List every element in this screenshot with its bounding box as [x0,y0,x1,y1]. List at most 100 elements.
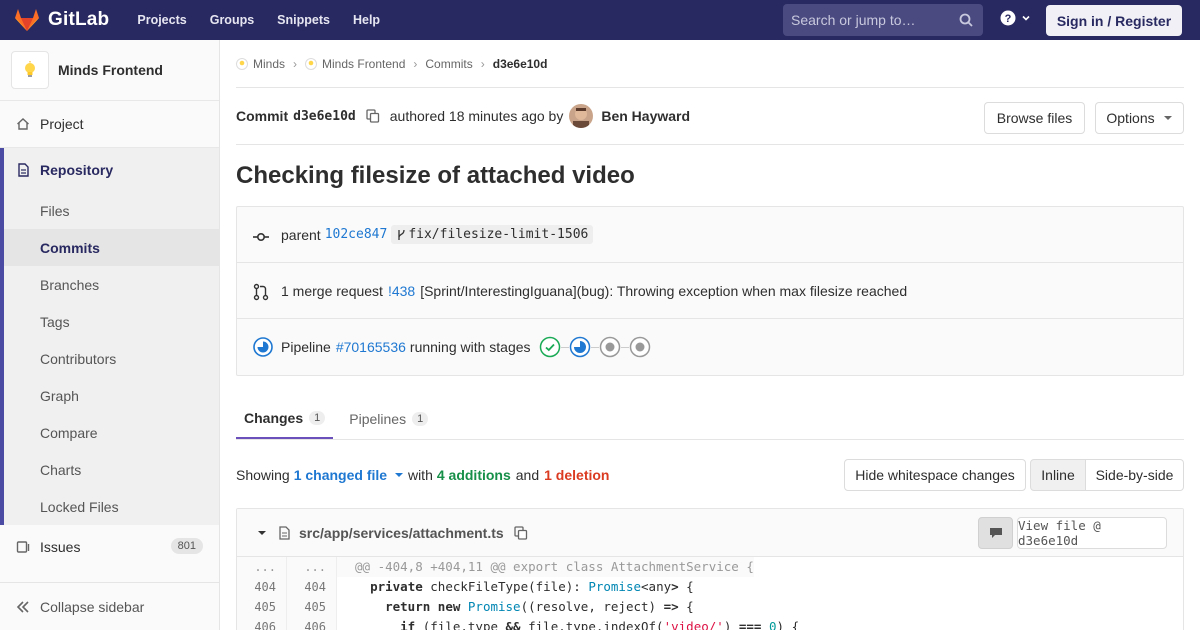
new-line-number[interactable]: 406 [287,617,337,630]
breadcrumb-item[interactable]: Commits › [425,57,492,71]
project-header[interactable]: Minds Frontend [0,40,219,101]
help-dropdown[interactable]: ? [1000,10,1032,26]
copy-icon[interactable] [366,109,380,123]
signin-register-button[interactable]: Sign in / Register [1046,5,1182,36]
sidebar-item-contributors[interactable]: Contributors [0,340,219,377]
sidebar-item-repository[interactable]: Repository [0,148,219,192]
changed-files-dropdown[interactable]: 1 changed file [294,467,404,483]
merge-request-row: 1 merge request !438 [Sprint/Interesting… [237,263,1183,319]
tab-count-badge: 1 [412,411,429,426]
stage-created-icon[interactable] [629,336,651,358]
mr-link[interactable]: !438 [388,283,415,299]
breadcrumb-item[interactable]: Minds Frontend › [305,57,425,71]
old-line-number[interactable]: 404 [237,577,287,597]
stage-created-icon[interactable] [599,336,621,358]
tanuki-icon [15,9,39,31]
code-line: if (file.type && file.type.indexOf('vide… [400,619,800,630]
parent-row: parent 102ce847 fix/filesize-limit-1506 [237,207,1183,263]
sidebar-item-graph[interactable]: Graph [0,377,219,414]
nav-projects[interactable]: Projects [137,13,186,27]
project-sidebar: Minds Frontend Project Repository Files … [0,40,220,630]
sidebar-item-files[interactable]: Files [0,192,219,229]
gitlab-logo[interactable]: GitLab [14,8,109,32]
tab-changes[interactable]: Changes 1 [236,398,334,439]
options-dropdown[interactable]: Options [1095,102,1184,134]
nav-groups[interactable]: Groups [210,13,254,27]
author-name[interactable]: Ben Hayward [601,108,690,124]
pipeline-stages [539,336,651,358]
collapse-label: Collapse sidebar [40,598,145,615]
pipeline-row: Pipeline #70165536 running with stages [237,319,1183,375]
inline-view-button[interactable]: Inline [1030,459,1086,491]
stage-success-icon[interactable] [539,336,561,358]
diff-hunk-line: ... ... @@ -404,8 +404,11 @@ export clas… [237,557,1183,577]
svg-text:?: ? [1005,13,1012,25]
project-avatar [11,51,49,89]
top-navbar: GitLab Projects Groups Snippets Help Sea… [0,0,1200,40]
issues-count-badge: 801 [170,538,203,554]
brand-name: GitLab [48,9,110,30]
comment-icon [989,528,1002,538]
sidebar-item-label: Issues [40,539,81,555]
diff-summary: Showing 1 changed file with 4 additions … [236,459,1184,491]
code-line: return new Promise((resolve, reject) => … [385,599,694,614]
issues-icon [16,541,30,553]
breadcrumb-current[interactable]: d3e6e10d [493,57,548,71]
old-line-number[interactable]: ... [237,557,287,577]
browse-files-button[interactable]: Browse files [984,102,1085,134]
sidebar-item-tags[interactable]: Tags [0,303,219,340]
view-file-button[interactable]: View file @ d3e6e10d [1017,517,1167,549]
merge-request-icon [253,283,269,300]
breadcrumb: Minds › Minds Frontend › Commits › d3e6e10d [236,40,1184,88]
commit-label: Commit [236,108,289,124]
additions-count: 4 additions [436,467,511,483]
and-text: and [515,467,540,483]
mr-count-text: 1 merge request [281,282,383,299]
sidebar-item-commits[interactable]: Commits [0,229,219,266]
lightbulb-icon [25,61,35,77]
sidebar-item-charts[interactable]: Charts [0,451,219,488]
sidebar-item-compare[interactable]: Compare [0,414,219,451]
pipeline-link[interactable]: #70165536 [336,339,406,355]
project-name: Minds Frontend [58,62,163,78]
sidebar-item-issues[interactable]: Issues 801 [0,525,219,569]
double-chevron-left-icon [16,600,29,613]
showing-prefix: Showing [236,467,290,483]
sidebar-item-branches[interactable]: Branches [0,266,219,303]
copy-icon[interactable] [514,525,528,540]
changed-files-label: 1 changed file [293,467,388,483]
commit-title: Checking filesize of attached video [236,162,635,189]
old-line-number[interactable]: 406 [237,617,287,630]
side-by-side-button[interactable]: Side-by-side [1086,459,1184,491]
hide-whitespace-button[interactable]: Hide whitespace changes [844,459,1026,491]
chevron-down-icon[interactable] [257,528,267,538]
mr-title: [Sprint/InterestingIguana](bug): Throwin… [420,282,908,299]
sidebar-item-project[interactable]: Project [0,101,219,147]
tab-pipelines[interactable]: Pipelines 1 [341,398,436,439]
new-line-number[interactable]: 405 [287,597,337,617]
pipeline-running-icon[interactable] [253,337,273,357]
file-path[interactable]: src/app/services/attachment.ts [299,525,504,541]
document-icon [18,163,29,177]
search-input[interactable]: Search or jump to… [783,4,983,36]
old-line-number[interactable]: 405 [237,597,287,617]
breadcrumb-label: Minds [253,56,286,71]
stage-running-icon[interactable] [569,336,591,358]
new-line-number[interactable]: 404 [287,577,337,597]
commit-sha: d3e6e10d [293,108,356,124]
commit-info-block: parent 102ce847 fix/filesize-limit-1506 … [236,206,1184,376]
nav-help[interactable]: Help [353,13,380,27]
breadcrumb-item[interactable]: Minds › [236,57,305,71]
collapse-sidebar-button[interactable]: Collapse sidebar [0,582,219,630]
sidebar-item-label: Repository [40,162,114,178]
deletions-count: 1 deletion [544,467,610,483]
sidebar-item-locked-files[interactable]: Locked Files [0,488,219,525]
avatar[interactable] [569,104,594,128]
comment-toggle-button[interactable] [978,517,1013,549]
parent-sha-link[interactable]: 102ce847 [325,227,388,242]
new-line-number[interactable]: ... [287,557,337,577]
code-line: private checkFileType(file): Promise<any… [370,579,694,594]
branch-pill[interactable]: fix/filesize-limit-1506 [391,225,594,244]
search-icon [959,13,973,27]
nav-snippets[interactable]: Snippets [277,13,330,27]
